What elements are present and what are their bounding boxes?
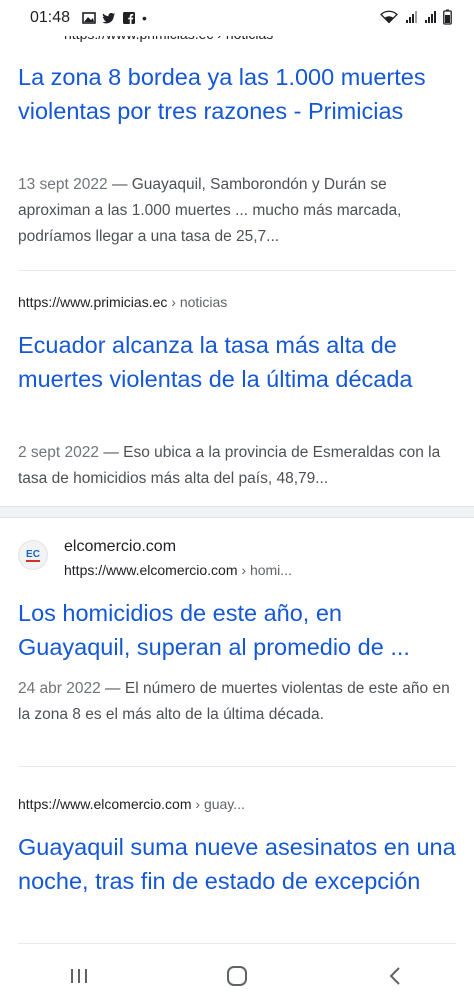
favicon-text: EC <box>26 548 40 562</box>
site-name[interactable]: elcomercio.com <box>64 538 176 556</box>
result-title: Ecuador alcanza la tasa más alta de muer… <box>18 332 413 392</box>
result-url-domain: https://www.elcomercio.com <box>64 562 238 578</box>
result-url-domain: https://www.elcomercio.com <box>18 796 192 812</box>
site-favicon: EC <box>18 540 48 570</box>
signal-icon <box>425 11 436 23</box>
navigation-bar <box>0 951 474 1001</box>
result-title: La zona 8 bordea ya las 1.000 muertes vi… <box>18 64 426 124</box>
result-title-link[interactable]: Ecuador alcanza la tasa más alta de muer… <box>18 328 458 396</box>
divider <box>18 766 456 767</box>
section-separator <box>0 506 474 518</box>
status-left: 01:48 • <box>30 9 147 27</box>
home-button[interactable] <box>207 956 267 996</box>
result-date: 2 sept 2022 <box>18 444 100 461</box>
result-snippet: 13 sept 2022 — Guayaquil, Samborondón y … <box>18 172 458 250</box>
result-title-link[interactable]: Los homicidios de este año, en Guayaquil… <box>18 596 458 664</box>
notification-dot: • <box>142 10 147 26</box>
result-title-link[interactable]: La zona 8 bordea ya las 1.000 muertes vi… <box>18 60 458 128</box>
back-icon <box>389 967 400 985</box>
recent-apps-button[interactable] <box>49 956 109 996</box>
recent-apps-icon <box>71 969 87 983</box>
result-url[interactable]: https://www.elcomercio.com › homi... <box>64 562 292 578</box>
divider <box>18 943 456 944</box>
result-snippet: 2 sept 2022 — Eso ubica a la provincia d… <box>18 440 458 492</box>
result-url-crumb: › guay... <box>191 796 245 812</box>
result-url-crumb: › noticias <box>167 294 228 310</box>
back-button[interactable] <box>365 956 425 996</box>
result-date: 13 sept 2022 <box>18 176 108 193</box>
wifi-icon <box>380 10 398 24</box>
result-url-domain: https://www.primicias.ec <box>18 294 168 310</box>
result-url-crumb: › homi... <box>237 562 292 578</box>
status-time: 01:48 <box>30 9 71 26</box>
status-right <box>380 9 452 25</box>
signal-icon <box>406 11 417 23</box>
result-title-link[interactable]: Guayaquil suma nueve asesinatos en una n… <box>18 830 458 898</box>
home-icon <box>227 966 247 986</box>
gallery-icon <box>82 12 96 24</box>
result-url[interactable]: https://www.elcomercio.com › guay... <box>18 796 245 812</box>
status-bar: 01:48 • <box>0 0 474 36</box>
result-snippet: 24 abr 2022 — El número de muertes viole… <box>18 676 458 728</box>
result-date: 24 abr 2022 <box>18 680 101 697</box>
divider <box>18 270 456 271</box>
twitter-icon <box>102 13 116 24</box>
battery-icon <box>443 9 452 25</box>
result-url[interactable]: https://www.primicias.ec › noticias <box>18 294 227 310</box>
facebook-icon <box>123 12 136 24</box>
result-title: Guayaquil suma nueve asesinatos en una n… <box>18 834 456 894</box>
result-title: Los homicidios de este año, en Guayaquil… <box>18 600 410 660</box>
